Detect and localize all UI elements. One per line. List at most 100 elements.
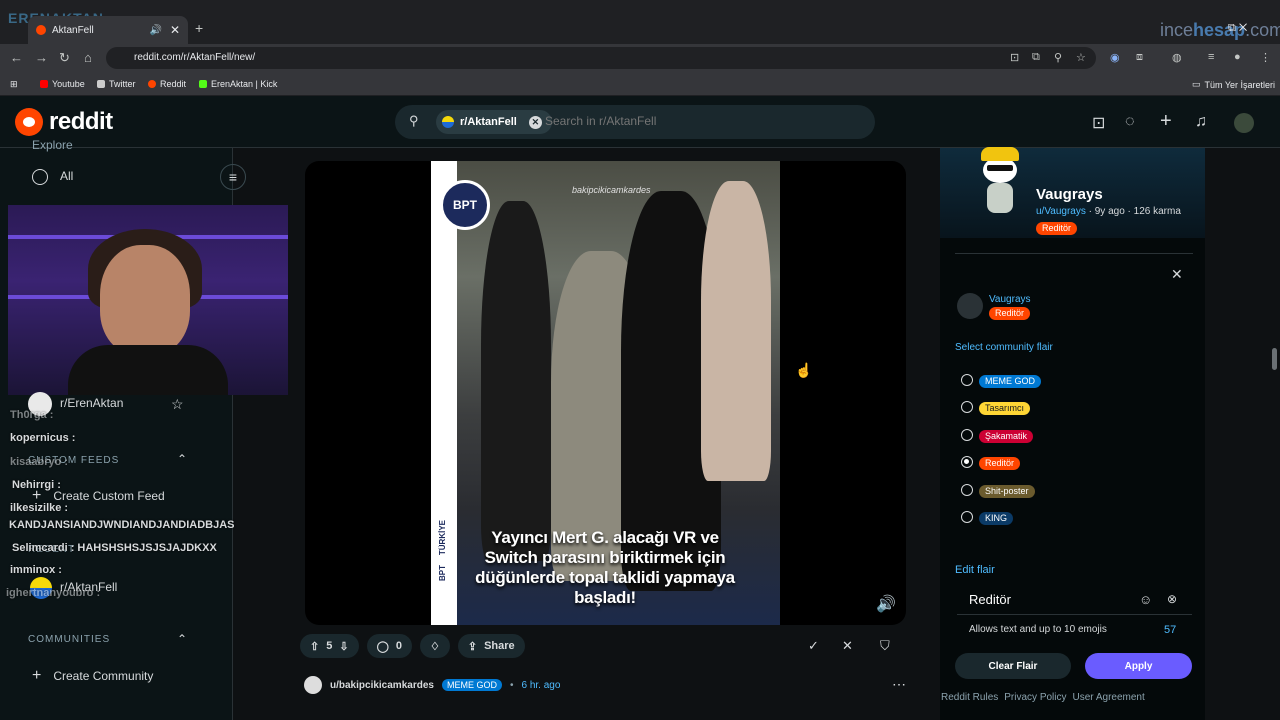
bookmarks-bar: ⊞ Youtube Twitter Reddit ErenAktan | Kic… [0,72,1280,96]
avatar[interactable] [304,676,322,694]
flair-option[interactable]: Reditör [979,457,1021,470]
apps-grid-icon[interactable]: ⊞ [10,79,18,90]
snoo-icon [15,108,43,136]
collapse-sidebar-button[interactable]: ≡ [220,164,246,190]
flair-radio-meme-god[interactable] [961,374,973,386]
comment-icon: ◯ [376,640,389,653]
incognito-icon[interactable]: ◍ [1172,51,1182,64]
bookmark-kick[interactable]: ErenAktan | Kick [199,79,277,89]
edit-flair-heading: Edit flair [955,564,995,576]
reddit-logo[interactable]: reddit [15,108,113,136]
translate-icon[interactable]: ⧉ [1032,51,1040,64]
search-icon: ⚲ [409,113,419,128]
chat-icon[interactable]: ◌ [1125,113,1135,131]
user-avatar[interactable] [1234,113,1254,133]
plus-icon: + [32,667,42,684]
scrollbar[interactable] [1272,348,1277,370]
next-post-header: u/bakipcikicamkardes MEME GOD • 6 hr. ag… [304,676,560,694]
flair-option[interactable]: MEME GOD [979,375,1042,388]
user-card-meta: u/Vaugrays · 9y ago · 126 karma [1036,206,1181,217]
emoji-icon[interactable]: ☺ [1139,592,1152,607]
author-flair: MEME GOD [441,679,502,691]
sidebar-item-all[interactable]: All [32,169,73,185]
share-button[interactable]: ⇪ Share [457,634,525,658]
bookmark-reddit[interactable]: Reddit [148,79,186,89]
search-input[interactable] [545,114,865,128]
flair-radio-tasarimci[interactable] [961,401,973,413]
flair-radio-shitposter[interactable] [961,484,973,496]
stream-watermark-right: incehesap.com [1160,20,1280,40]
tab-close-icon[interactable]: ✕ [170,23,180,37]
post-author[interactable]: u/bakipcikicamkardes [330,680,434,691]
bookmark-twitter[interactable]: Twitter [97,79,136,89]
communities-heading[interactable]: COMMUNITIES [28,634,110,645]
clear-flair-button[interactable]: Clear Flair [955,653,1071,679]
streamer-webcam-overlay [8,205,288,395]
approve-icon[interactable]: ✓ [808,638,819,654]
browser-tab-strip [0,0,1280,44]
chat-message: ighertnanyoubro : [6,587,101,599]
vote-pill[interactable]: ⇧ 5 ⇩ [300,634,359,658]
sidebar-item-explore[interactable]: Explore [32,138,73,152]
flair-text-input[interactable] [969,592,1129,607]
upvote-icon[interactable]: ⇧ [310,640,319,653]
favorite-star-icon[interactable]: ☆ [171,396,184,413]
chevron-up-icon[interactable]: ⌃ [177,632,187,646]
read-aloud-icon[interactable]: ◉ [1110,51,1120,64]
window-controls[interactable]: ⧉ ✕ [1228,22,1247,35]
reload-icon[interactable]: ↻ [59,50,70,66]
footer-link-rules[interactable]: Reddit Rules [941,692,998,703]
flair-option[interactable]: Shit-poster [979,485,1035,498]
flair-option[interactable]: Tasarımcı [979,402,1031,415]
speaker-icon: 🔊 [149,24,162,36]
install-icon[interactable]: ⊡ [1010,51,1019,64]
clear-field-icon[interactable]: ⊗ [1167,592,1177,606]
user-card-name[interactable]: Vaugrays [1036,186,1103,203]
footer-link-agreement[interactable]: User Agreement [1073,692,1145,703]
volume-icon[interactable]: 🔊 [876,594,896,614]
url-field[interactable]: reddit.com/r/AktanFell/new/ [106,47,1096,69]
bookmark-youtube[interactable]: Youtube [40,79,85,89]
mod-shield-icon[interactable]: ⛉ [880,638,890,654]
home-icon[interactable]: ⌂ [84,50,92,65]
close-icon[interactable]: ✕ [1171,266,1183,283]
downvote-icon[interactable]: ⇩ [339,640,348,653]
flair-option[interactable]: KING [979,512,1014,525]
flair-hint: Allows text and up to 10 emojis [969,624,1107,635]
remove-icon[interactable]: ✕ [842,638,853,654]
video-watermark: bakipcikicamkardes [572,185,651,195]
flair-radio-reditor[interactable] [961,456,973,468]
user-card-avatar[interactable] [975,145,1025,217]
flair-option[interactable]: Şakamatik [979,430,1034,443]
create-post-icon[interactable]: + [1160,110,1172,133]
flair-radio-king[interactable] [961,511,973,523]
menu-kebab-icon[interactable]: ⋮ [1260,51,1271,64]
more-options-icon[interactable]: ⋯ [892,676,906,693]
clear-chip-icon[interactable]: ✕ [528,115,542,129]
chat-message: imminox : [10,564,62,576]
chevron-up-icon[interactable]: ⌃ [177,452,187,466]
all-bookmarks[interactable]: ▭ Tüm Yer İşaretleri [1192,79,1275,90]
chat-message: Th0rga : [10,409,54,421]
advertise-icon[interactable]: ⊡ [1092,113,1105,133]
bookmark-star-icon[interactable]: ☆ [1076,51,1086,64]
new-tab-button[interactable]: + [195,20,203,36]
chat-message: KANDJANSIANDJWNDIANDJANDIADBJAS [9,519,235,531]
comments-button[interactable]: ◯ 0 [366,634,412,658]
subreddit-search-chip[interactable]: r/AktanFell ✕ [436,110,552,134]
extensions-icon[interactable]: ⧈ [1136,51,1143,64]
award-button[interactable]: ♢ [420,634,450,658]
forward-icon[interactable]: → [35,50,48,65]
profile-icon[interactable]: ● [1234,51,1241,63]
create-community-button[interactable]: + Create Community [32,667,153,685]
back-icon[interactable]: ← [10,50,23,65]
zoom-icon[interactable]: ⚲ [1054,51,1062,64]
char-count: 57 [1164,624,1177,636]
apply-button[interactable]: Apply [1085,653,1192,679]
flair-radio-sakamatik[interactable] [961,429,973,441]
footer-link-privacy[interactable]: Privacy Policy [1004,692,1066,703]
mouse-cursor-icon: ☝ [795,362,813,378]
browser-tab[interactable]: AktanFell 🔊 ✕ [28,16,188,44]
media-icon[interactable]: ≡ [1208,51,1214,63]
notifications-bell-icon[interactable]: ♫ [1195,113,1207,131]
